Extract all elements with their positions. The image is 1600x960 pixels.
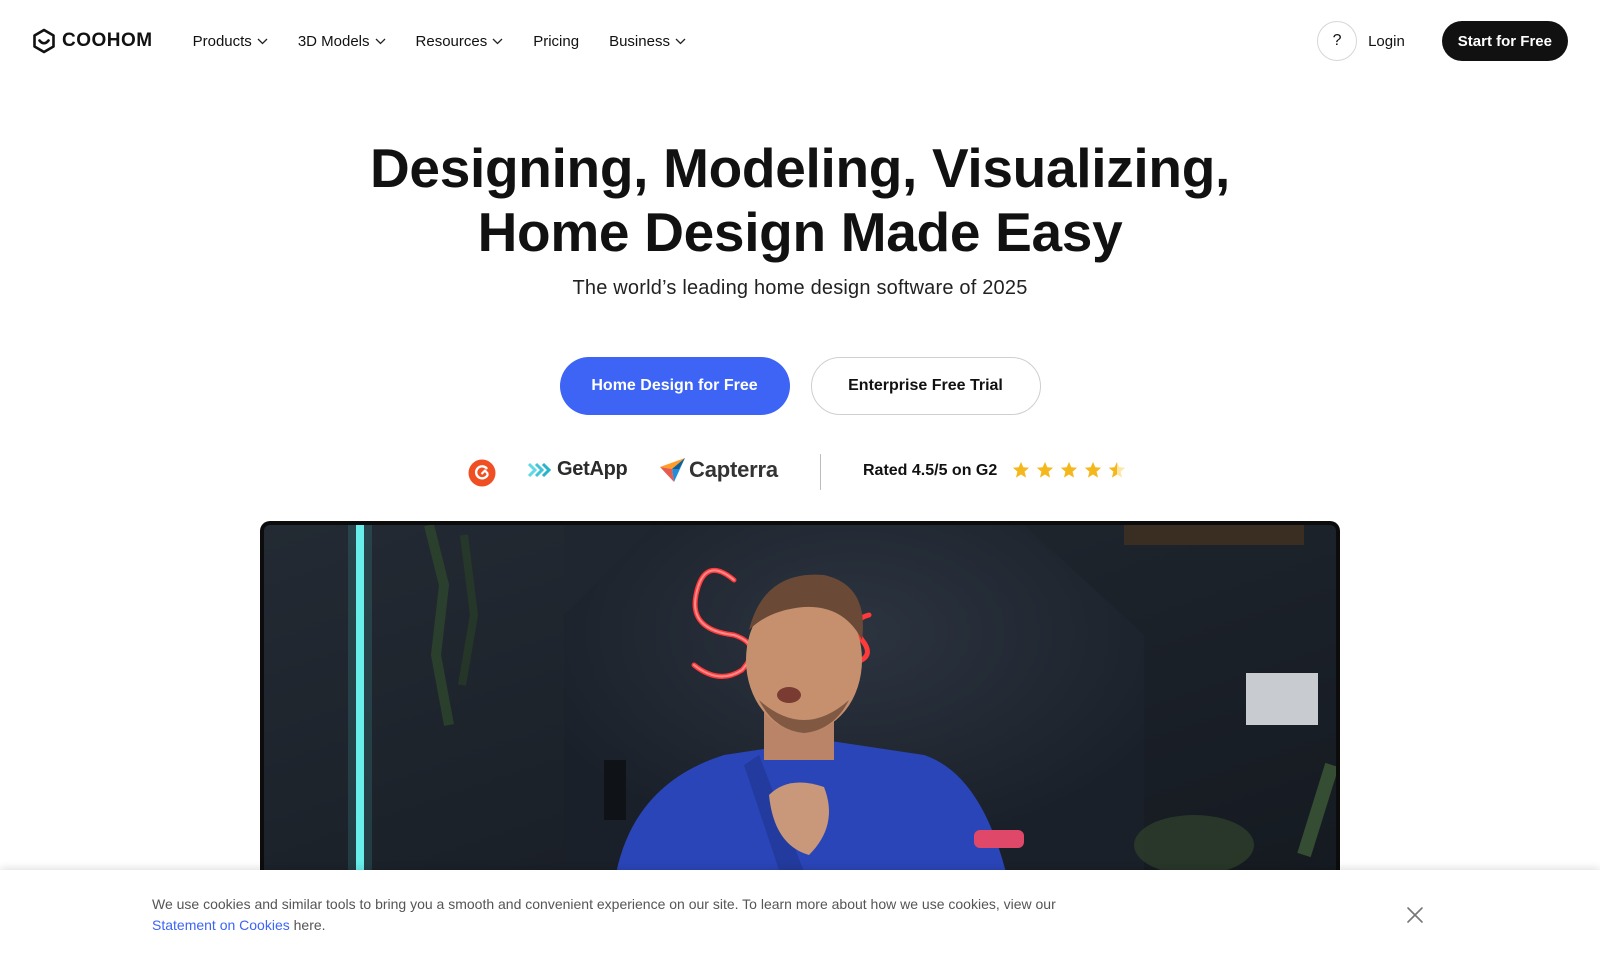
home-design-free-button[interactable]: Home Design for Free xyxy=(559,357,790,415)
nav-resources[interactable]: Resources xyxy=(416,33,504,50)
logo-text: COOHOM xyxy=(62,30,153,51)
ratings-divider xyxy=(820,454,821,490)
close-icon[interactable] xyxy=(1405,905,1425,925)
nav-products-label: Products xyxy=(192,32,252,50)
start-for-free-button[interactable]: Start for Free xyxy=(1441,21,1568,61)
hero-title-line-1: Designing, Modeling, Visualizing, xyxy=(370,137,1230,199)
video-frame xyxy=(264,525,1336,881)
star-full-icon xyxy=(1012,461,1030,478)
getapp-logo[interactable]: GetApp xyxy=(528,458,628,481)
nav-pricing[interactable]: Pricing xyxy=(533,33,579,50)
nav-3d-models[interactable]: 3D Models xyxy=(298,33,386,50)
cookie-text-after: here. xyxy=(289,917,326,933)
nav-3d-models-label: 3D Models xyxy=(297,32,370,50)
star-full-icon xyxy=(1036,461,1054,478)
hero-video[interactable] xyxy=(260,521,1340,881)
capterra-arrow-icon xyxy=(660,458,685,482)
cookie-text-before: We use cookies and similar tools to brin… xyxy=(152,896,1056,912)
chevron-down-icon xyxy=(492,38,503,44)
getapp-arrows-icon xyxy=(528,462,552,477)
hero-title: Designing, Modeling, Visualizing, Home D… xyxy=(0,136,1600,264)
capterra-text: Capterra xyxy=(689,457,778,482)
logo-icon xyxy=(33,28,55,54)
coohom-logo[interactable]: COOHOM xyxy=(32,28,153,54)
nav-business-label: Business xyxy=(609,32,670,50)
cookie-banner: We use cookies and similar tools to brin… xyxy=(0,870,1600,960)
login-link[interactable]: Login xyxy=(1368,33,1405,50)
g2-icon[interactable] xyxy=(468,459,496,487)
chevron-down-icon xyxy=(375,38,385,44)
chevron-down-icon xyxy=(257,38,268,44)
nav-resources-label: Resources xyxy=(415,32,488,50)
star-full-icon xyxy=(1084,461,1102,478)
getapp-text: GetApp xyxy=(557,458,628,480)
help-button[interactable]: ? xyxy=(1317,21,1358,61)
main-nav: Products 3D Models Resources Pricing Bus… xyxy=(193,33,686,50)
ratings-row: GetApp Capterra Rated 4.5/5 on G2 xyxy=(0,454,1600,490)
nav-pricing-label: Pricing xyxy=(533,32,580,50)
cookie-text: We use cookies and similar tools to brin… xyxy=(152,894,1072,936)
enterprise-trial-button[interactable]: Enterprise Free Trial xyxy=(810,357,1041,415)
chevron-down-icon xyxy=(675,38,686,44)
capterra-logo[interactable]: Capterra xyxy=(659,457,778,483)
site-header: COOHOM Products 3D Models Resources Pric… xyxy=(0,0,1600,82)
nav-business[interactable]: Business xyxy=(609,33,686,50)
rating-stars xyxy=(1012,461,1126,479)
hero-title-line-2: Home Design Made Easy xyxy=(477,201,1123,263)
star-full-icon xyxy=(1060,461,1078,478)
star-half-icon xyxy=(1108,461,1126,478)
nav-products[interactable]: Products xyxy=(193,33,268,50)
cta-row: Home Design for Free Enterprise Free Tri… xyxy=(0,357,1600,415)
statement-on-cookies-link[interactable]: Statement on Cookies xyxy=(152,917,290,933)
g2-rating-text: Rated 4.5/5 on G2 xyxy=(863,462,998,479)
hero-subtitle: The world’s leading home design software… xyxy=(572,277,1028,299)
header-actions: ? Login Start for Free xyxy=(1317,21,1568,61)
